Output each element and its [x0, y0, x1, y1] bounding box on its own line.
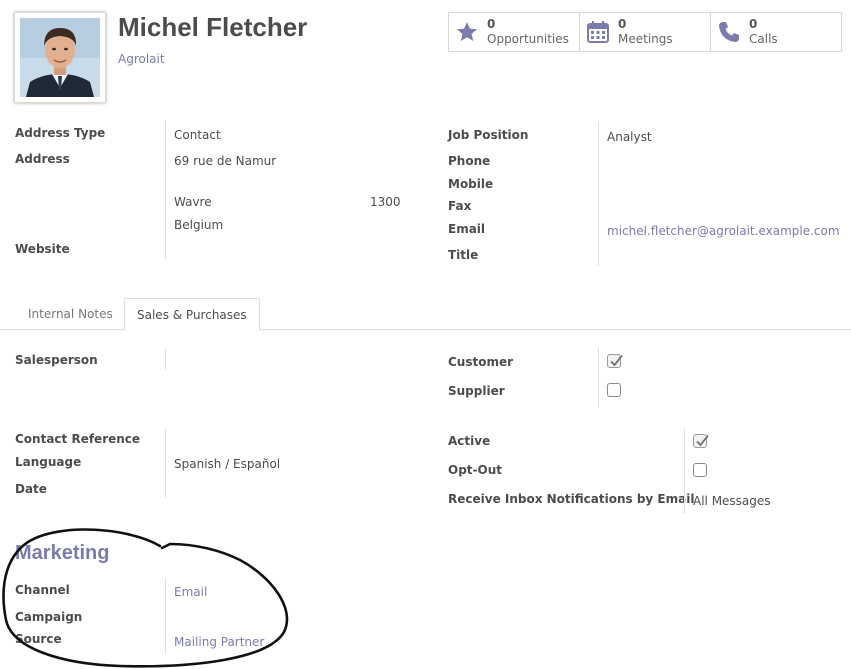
address-label: Address	[15, 152, 70, 166]
active-checkbox[interactable]	[693, 434, 709, 448]
address-type-value[interactable]: Contact	[174, 128, 221, 142]
meetings-label: Meetings	[618, 32, 673, 46]
field-separator	[598, 348, 599, 408]
calendar-icon	[586, 20, 610, 44]
tab-sales-purchases[interactable]: Sales & Purchases	[124, 298, 260, 331]
channel-label: Channel	[15, 583, 70, 597]
channel-value[interactable]: Email	[174, 585, 207, 599]
language-value[interactable]: Spanish / Español	[174, 457, 280, 471]
star-icon	[455, 20, 479, 44]
title-label: Title	[448, 248, 479, 262]
opportunities-count: 0	[487, 17, 496, 31]
address-city[interactable]: Wavre	[174, 195, 212, 209]
fax-label: Fax	[448, 199, 472, 213]
address-zip[interactable]: 1300	[370, 195, 401, 209]
address-country[interactable]: Belgium	[174, 218, 223, 232]
website-label: Website	[15, 242, 70, 256]
job-position-value[interactable]: Analyst	[607, 130, 652, 144]
field-separator	[684, 428, 685, 514]
field-separator	[598, 122, 599, 266]
contact-avatar[interactable]	[14, 12, 106, 103]
checkmark-icon	[696, 434, 709, 447]
email-label: Email	[448, 222, 486, 236]
campaign-label: Campaign	[15, 610, 83, 624]
notebook-tabs: Internal Notes Sales & Purchases	[0, 298, 851, 331]
source-label: Source	[15, 632, 62, 646]
smart-buttons: 0 Opportunities 0 Meetings 0 Calls	[448, 12, 842, 52]
supplier-checkbox[interactable]	[607, 383, 621, 397]
meetings-count: 0	[618, 17, 627, 31]
customer-label: Customer	[448, 355, 514, 369]
calls-label: Calls	[749, 32, 778, 46]
opt-out-label: Opt-Out	[448, 463, 502, 477]
email-value[interactable]: michel.fletcher@agrolait.example.com	[607, 224, 840, 238]
notifications-label: Receive Inbox Notifications by Email	[448, 492, 695, 506]
calls-button[interactable]: 0 Calls	[711, 13, 841, 51]
source-value[interactable]: Mailing Partner	[174, 635, 264, 649]
field-separator	[165, 578, 166, 654]
opportunities-button[interactable]: 0 Opportunities	[449, 13, 580, 51]
contact-name: Michel Fletcher	[118, 12, 308, 42]
address-street[interactable]: 69 rue de Namur	[174, 154, 276, 168]
mobile-label: Mobile	[448, 177, 494, 191]
field-separator	[165, 348, 166, 370]
meetings-button[interactable]: 0 Meetings	[580, 13, 711, 51]
language-label: Language	[15, 455, 82, 469]
supplier-label: Supplier	[448, 384, 505, 398]
opt-out-checkbox[interactable]	[693, 463, 707, 477]
opportunities-label: Opportunities	[487, 32, 569, 46]
job-position-label: Job Position	[448, 128, 529, 142]
contact-reference-label: Contact Reference	[15, 432, 141, 446]
salesperson-label: Salesperson	[15, 353, 98, 367]
customer-checkbox[interactable]	[607, 354, 623, 368]
active-label: Active	[448, 434, 491, 448]
company-link[interactable]: Agrolait	[118, 52, 165, 66]
phone-icon	[717, 20, 741, 44]
field-separator	[165, 428, 166, 498]
calls-count: 0	[749, 17, 758, 31]
checkmark-icon	[610, 354, 623, 367]
date-label: Date	[15, 482, 47, 496]
field-separator	[165, 120, 166, 260]
person-photo	[20, 18, 100, 97]
tab-internal-notes[interactable]: Internal Notes	[16, 298, 125, 330]
phone-label: Phone	[448, 154, 491, 168]
notifications-value[interactable]: All Messages	[693, 494, 771, 508]
marketing-section-title: Marketing	[15, 542, 110, 564]
address-type-label: Address Type	[15, 126, 106, 140]
